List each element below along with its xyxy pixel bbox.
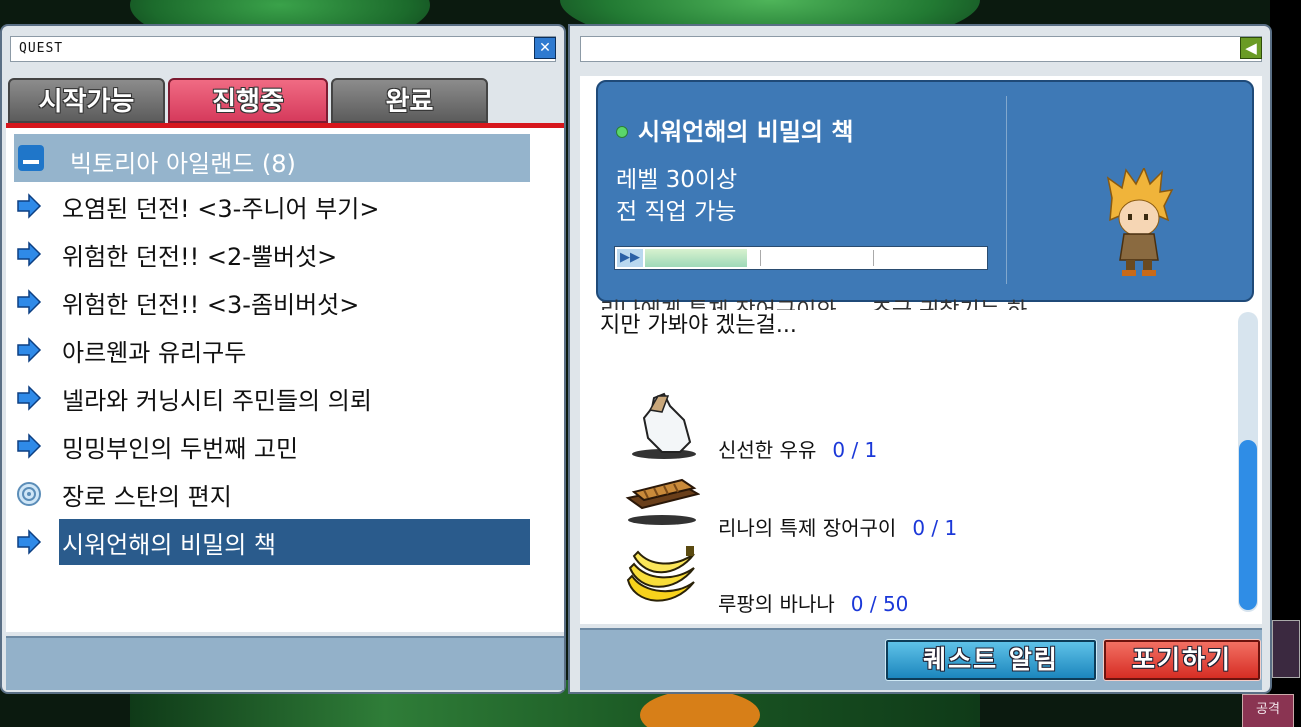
tab-completed[interactable]: 완료 xyxy=(331,78,488,123)
progress-tick xyxy=(873,250,874,266)
close-button[interactable]: ✕ xyxy=(534,37,556,59)
window-title: QUEST xyxy=(10,36,556,62)
quest-item[interactable]: 위험한 던전!! <2-뿔버섯> xyxy=(14,231,530,277)
quest-progress-bar: ▶▶ xyxy=(614,246,988,270)
arrow-icon xyxy=(17,385,42,411)
quest-info-card: 시워언해의 비밀의 책 레벨 30이상 전 직업 가능 ▶▶ xyxy=(596,80,1254,302)
milk-bottle-icon xyxy=(632,392,696,459)
quest-label: 장로 스탄의 편지 xyxy=(62,483,232,511)
arrow-icon xyxy=(17,529,42,555)
quest-label: 아르웬과 유리구두 xyxy=(62,339,247,367)
quest-item[interactable]: 밍밍부인의 두번째 고민 xyxy=(14,423,530,469)
progress-fill xyxy=(645,249,747,267)
tab-in-progress[interactable]: 진행중 xyxy=(168,78,328,123)
item-count: 0 / 1 xyxy=(912,516,958,540)
tab-available[interactable]: 시작가능 xyxy=(8,78,165,123)
npc-portrait-icon xyxy=(1106,168,1174,276)
quest-item[interactable]: 아르웬과 유리구두 xyxy=(14,327,530,373)
quest-title: 시워언해의 비밀의 책 xyxy=(638,118,854,146)
progress-tick xyxy=(760,250,761,266)
quest-item[interactable]: 오염된 던전! <3-주니어 부기> xyxy=(14,183,530,229)
detail-title-bar xyxy=(580,36,1262,62)
description-line: 지만 가봐야 겠는걸... xyxy=(600,313,797,338)
quest-tabs: 시작가능 진행중 완료 xyxy=(8,78,488,123)
quest-item-selected[interactable]: 시워언해의 비밀의 책 xyxy=(14,519,530,565)
quest-label: 밍밍부인의 두번째 고민 xyxy=(62,435,299,463)
banana-icon xyxy=(626,546,695,602)
item-count: 0 / 50 xyxy=(850,592,909,616)
arrow-icon xyxy=(17,193,42,219)
quest-item[interactable]: 장로 스탄의 편지 xyxy=(14,471,530,517)
required-item: 루팡의 바나나 0 / 50 xyxy=(624,540,1044,616)
quest-list: 빅토리아 아일랜드 (8) 오염된 던전! <3-주니어 부기> 위험한 던전!… xyxy=(6,128,564,632)
detail-scrollbar[interactable] xyxy=(1238,312,1258,612)
required-item: 리나의 특제 장어구이 0 / 1 xyxy=(624,472,1044,542)
attack-button[interactable]: 공격 xyxy=(1242,694,1294,727)
arrow-icon xyxy=(17,241,42,267)
fast-forward-icon: ▶▶ xyxy=(617,249,643,267)
quest-window: QUEST ✕ 시작가능 진행중 완료 빅토리아 아일랜드 (8) 오염된 던전… xyxy=(0,24,566,694)
card-divider xyxy=(1006,96,1007,284)
quickslot-icon[interactable] xyxy=(1272,620,1300,678)
screen-edge xyxy=(1270,0,1301,727)
arrow-icon xyxy=(17,337,42,363)
quest-description: 리나에게 특제 장어구이와 ... 조금 귀찮기는 하 지만 가봐야 겠는걸..… xyxy=(600,296,1027,342)
quest-item[interactable]: 넬라와 커닝시티 주민들의 의뢰 xyxy=(14,375,530,421)
collapse-icon[interactable] xyxy=(18,145,44,171)
item-text: 루팡의 바나나 0 / 50 xyxy=(718,588,908,617)
job-requirement: 전 직업 가능 xyxy=(616,199,737,225)
give-up-button[interactable]: 포기하기 xyxy=(1103,639,1261,681)
required-item: 신선한 우유 0 / 1 xyxy=(624,390,1044,463)
arrow-icon xyxy=(17,289,42,315)
item-name: 리나의 특제 장어구이 xyxy=(718,516,897,540)
item-text: 리나의 특제 장어구이 0 / 1 xyxy=(718,512,957,541)
item-name: 루팡의 바나나 xyxy=(718,592,835,616)
item-text: 신선한 우유 0 / 1 xyxy=(718,434,877,463)
scrollbar-thumb[interactable] xyxy=(1239,440,1257,610)
quest-label: 위험한 던전!! <2-뿔버섯> xyxy=(62,243,338,271)
item-count: 0 / 1 xyxy=(832,438,878,462)
region-label: 빅토리아 아일랜드 (8) xyxy=(70,150,296,178)
level-requirement: 레벨 30이상 xyxy=(616,167,738,193)
description-line-cut: 리나에게 특제 장어구이와 ... 조금 귀찮기는 하 xyxy=(600,296,1027,310)
quest-notify-button[interactable]: 퀘스트 알림 xyxy=(885,639,1097,681)
status-dot-icon xyxy=(616,126,628,138)
back-arrow-button[interactable]: ◀ xyxy=(1240,37,1262,59)
region-header[interactable]: 빅토리아 아일랜드 (8) xyxy=(14,134,530,182)
item-name: 신선한 우유 xyxy=(718,438,817,462)
quest-window-footer xyxy=(6,636,564,690)
grilled-eel-icon xyxy=(625,478,700,525)
quest-label: 시워언해의 비밀의 책 xyxy=(62,531,276,559)
quest-label: 오염된 던전! <3-주니어 부기> xyxy=(62,195,380,223)
quest-label: 위험한 던전!! <3-좀비버섯> xyxy=(62,291,360,319)
quest-label: 넬라와 커닝시티 주민들의 의뢰 xyxy=(62,387,372,415)
quest-item[interactable]: 위험한 던전!! <3-좀비버섯> xyxy=(14,279,530,325)
target-icon xyxy=(17,482,41,506)
arrow-icon xyxy=(17,433,42,459)
